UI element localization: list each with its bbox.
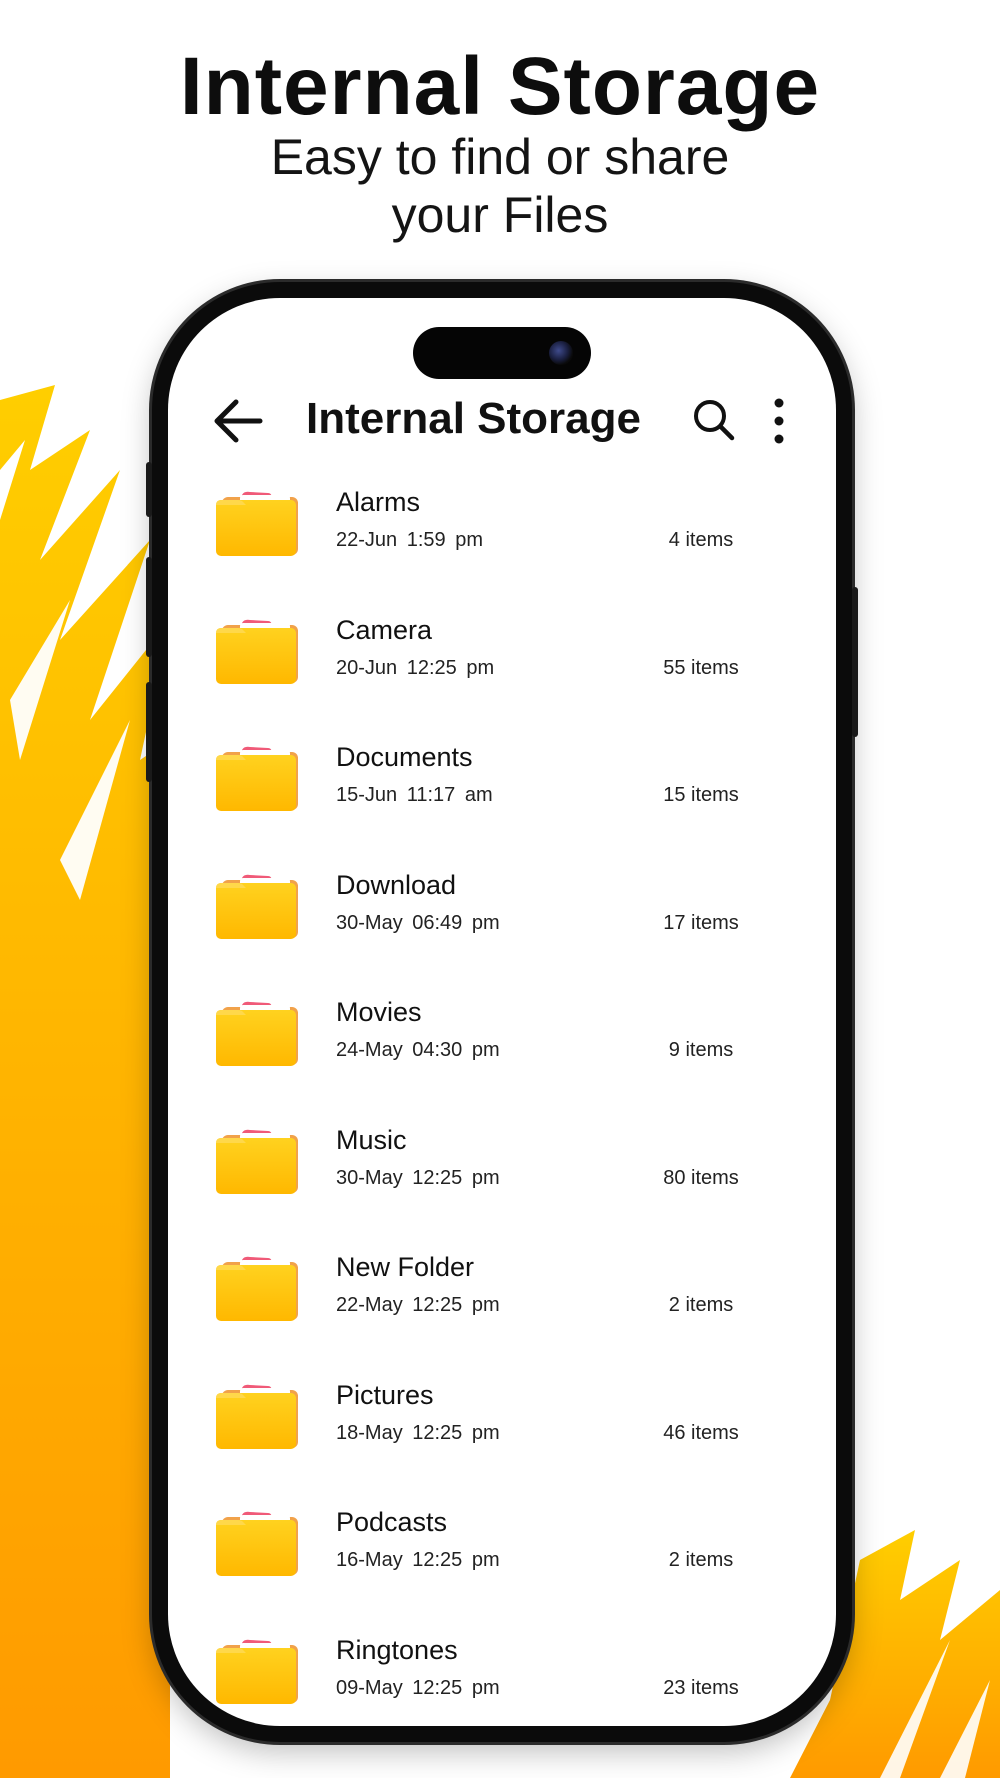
folder-row-alarms[interactable]: Alarms 22-Jun 1:59 pm 4 items: [168, 473, 836, 601]
folder-date: 22-May 12:25 pm: [336, 1294, 500, 1316]
dynamic-island: [413, 327, 591, 379]
folder-item-count: 55 items: [663, 656, 739, 679]
phone-mockup: Internal Storage Alarms 22-Jun 1:59 pm 4…: [146, 282, 858, 1742]
arrow-left-icon: [214, 399, 263, 443]
folder-item-count: 17 items: [663, 911, 739, 934]
folder-icon: [216, 491, 298, 556]
folder-row-ringtones[interactable]: Ringtones 09-May 12:25 pm 23 items: [168, 1621, 836, 1727]
folder-name: New Folder: [336, 1252, 475, 1282]
folder-item-count: 23 items: [663, 1676, 739, 1699]
front-camera-icon: [549, 341, 573, 365]
search-icon: [694, 400, 735, 441]
folder-row-podcasts[interactable]: Podcasts 16-May 12:25 pm 2 items: [168, 1493, 836, 1621]
folder-item-count: 9 items: [668, 1039, 734, 1061]
phone-power-button: [852, 587, 858, 737]
search-button[interactable]: [692, 398, 736, 442]
folder-row-pictures[interactable]: Pictures 18-May 12:25 pm 46 items: [168, 1366, 836, 1494]
folder-name: Movies: [336, 997, 422, 1027]
folder-date: 22-Jun 1:59 pm: [336, 529, 483, 551]
folder-icon: [216, 1129, 298, 1194]
folder-icon: [216, 874, 298, 939]
folder-name: Pictures: [336, 1379, 434, 1410]
folder-date: 30-May 12:25 pm: [336, 1166, 500, 1189]
more-options-button[interactable]: [766, 396, 792, 446]
phone-screen: Internal Storage Alarms 22-Jun 1:59 pm 4…: [168, 298, 836, 1726]
folder-icon: [216, 1384, 298, 1449]
folder-date: 20-Jun 12:25 pm: [336, 656, 495, 679]
phone-volume-up-button: [146, 557, 152, 657]
folder-item-count: 4 items: [668, 529, 734, 551]
folder-row-movies[interactable]: Movies 24-May 04:30 pm 9 items: [168, 983, 836, 1111]
folder-item-count: 2 items: [668, 1294, 734, 1316]
back-button[interactable]: [212, 398, 264, 444]
promo-subtitle-line-2: your Files: [391, 187, 609, 243]
folder-name: Camera: [336, 614, 433, 645]
folder-list: Alarms 22-Jun 1:59 pm 4 items Camera 20-…: [168, 473, 836, 1726]
promo-subtitle-line-1: Easy to find or share: [270, 129, 730, 185]
folder-icon: [216, 1256, 298, 1321]
promo-title: Internal Storage: [179, 41, 821, 132]
promo-subtitle: Easy to find or share your Files: [0, 128, 1000, 244]
folder-date: 16-May 12:25 pm: [336, 1549, 500, 1571]
folder-item-count: 15 items: [663, 784, 739, 806]
folder-icon: [216, 1511, 298, 1576]
folder-row-documents[interactable]: Documents 15-Jun 11:17 am 15 items: [168, 728, 836, 856]
folder-icon: [216, 746, 298, 811]
folder-date: 18-May 12:25 pm: [336, 1421, 500, 1444]
folder-date: 15-Jun 11:17 am: [336, 784, 493, 806]
folder-name: Podcasts: [336, 1507, 448, 1537]
folder-item-count: 80 items: [663, 1166, 739, 1189]
folder-date: 09-May 12:25 pm: [336, 1676, 500, 1699]
folder-name: Music: [336, 1124, 407, 1155]
folder-row-music[interactable]: Music 30-May 12:25 pm 80 items: [168, 1111, 836, 1239]
folder-date: 24-May 04:30 pm: [336, 1039, 500, 1061]
folder-row-camera[interactable]: Camera 20-Jun 12:25 pm 55 items: [168, 601, 836, 729]
folder-name: Ringtones: [336, 1634, 458, 1665]
folder-date: 30-May 06:49 pm: [336, 911, 500, 934]
phone-side-button: [146, 462, 152, 517]
folder-row-new-folder[interactable]: New Folder 22-May 12:25 pm 2 items: [168, 1238, 836, 1366]
folder-name: Documents: [336, 742, 473, 772]
more-vertical-icon: [774, 398, 784, 444]
phone-volume-down-button: [146, 682, 152, 782]
folder-icon: [216, 619, 298, 684]
app-bar: Internal Storage: [168, 376, 836, 466]
folder-item-count: 46 items: [663, 1421, 739, 1444]
folder-row-download[interactable]: Download 30-May 06:49 pm 17 items: [168, 856, 836, 984]
folder-name: Alarms: [336, 487, 421, 517]
page-title: Internal Storage: [306, 394, 641, 443]
folder-name: Download: [336, 869, 457, 900]
folder-item-count: 2 items: [668, 1549, 734, 1571]
folder-icon: [216, 1001, 298, 1066]
folder-icon: [216, 1639, 298, 1704]
